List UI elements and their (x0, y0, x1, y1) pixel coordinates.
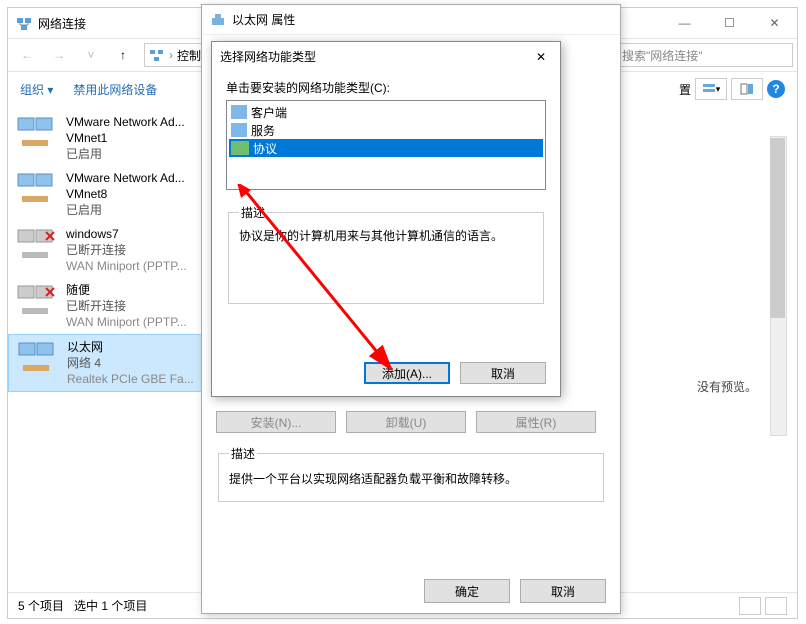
dialog-titlebar: 选择网络功能类型 ✕ (212, 42, 560, 71)
instruction-label: 单击要安装的网络功能类型(C): (226, 79, 546, 96)
details-view-button[interactable] (739, 597, 761, 615)
up-button[interactable]: ↑ (108, 41, 138, 69)
list-item-selected[interactable]: 以太网网络 4Realtek PCIe GBE Fa... (8, 334, 208, 392)
list-item[interactable]: VMware Network Ad...VMnet1已启用 (8, 110, 208, 166)
icons-view-button[interactable] (765, 597, 787, 615)
adapter-icon (16, 114, 56, 152)
selected-count: 选中 1 个项目 (74, 597, 147, 614)
properties-button[interactable]: 属性(R) (476, 411, 596, 433)
close-button[interactable]: ✕ (752, 8, 797, 38)
adapter-icon (17, 339, 57, 377)
dialog-title: 选择网络功能类型 (220, 48, 316, 65)
list-item[interactable]: 随便已断开连接WAN Miniport (PPTP... (8, 278, 208, 334)
adapter-icon (16, 170, 56, 208)
adapter-icon (16, 282, 56, 320)
adapter-list: VMware Network Ad...VMnet1已启用 VMware Net… (8, 106, 208, 624)
preview-pane: 没有预览。 (617, 136, 787, 616)
help-icon[interactable]: ? (767, 80, 785, 98)
forward-button[interactable]: → (44, 41, 74, 69)
search-input[interactable]: 搜索"网络连接" (615, 43, 793, 67)
description-text: 协议是你的计算机用来与其他计算机通信的语言。 (239, 229, 503, 243)
disable-device-button[interactable]: 禁用此网络设备 (73, 81, 157, 98)
feature-service[interactable]: 服务 (229, 121, 543, 139)
close-button[interactable]: ✕ (530, 44, 552, 70)
dialog-title: 以太网 属性 (232, 11, 295, 28)
description-legend: 描述 (239, 204, 267, 221)
feature-protocol-selected[interactable]: 协议 (229, 139, 543, 157)
protocol-icon (231, 141, 249, 155)
button-row: 安装(N)... 卸载(U) 属性(R) (216, 411, 606, 433)
back-button[interactable]: ← (12, 41, 42, 69)
dropdown-history[interactable]: ˅ (76, 41, 106, 69)
install-button[interactable]: 安装(N)... (216, 411, 336, 433)
list-item[interactable]: VMware Network Ad...VMnet8已启用 (8, 166, 208, 222)
list-item[interactable]: windows7已断开连接WAN Miniport (PPTP... (8, 222, 208, 278)
dialog-titlebar: 以太网 属性 (202, 5, 620, 35)
ethernet-icon (210, 12, 226, 28)
description-text: 提供一个平台以实现网络适配器负载平衡和故障转移。 (229, 472, 517, 486)
adapter-icon (16, 226, 56, 264)
network-icon (16, 15, 32, 31)
item-count: 5 个项目 (18, 597, 64, 614)
preview-pane-button[interactable] (731, 78, 763, 100)
description-group: 描述 提供一个平台以实现网络适配器负载平衡和故障转移。 (218, 445, 604, 502)
add-button[interactable]: 添加(A)... (364, 362, 450, 384)
organize-menu[interactable]: 组织 ▾ (20, 81, 53, 98)
uninstall-button[interactable]: 卸载(U) (346, 411, 466, 433)
feature-client[interactable]: 客户端 (229, 103, 543, 121)
description-group: 描述 协议是你的计算机用来与其他计算机通信的语言。 (228, 204, 544, 304)
settings-fragment[interactable]: 置 (679, 81, 691, 98)
service-icon (231, 123, 247, 137)
description-legend: 描述 (229, 445, 257, 462)
view-button[interactable]: ▾ (695, 78, 727, 100)
feature-type-listbox[interactable]: 客户端 服务 协议 (226, 100, 546, 190)
no-preview-label: 没有预览。 (697, 378, 757, 395)
cancel-button[interactable]: 取消 (520, 579, 606, 603)
client-icon (231, 105, 247, 119)
minimize-button[interactable]: — (662, 8, 707, 38)
cancel-button[interactable]: 取消 (460, 362, 546, 384)
breadcrumb-chevron: › (169, 48, 173, 62)
select-feature-type-dialog: 选择网络功能类型 ✕ 单击要安装的网络功能类型(C): 客户端 服务 协议 描述… (211, 41, 561, 397)
preview-scrollbar[interactable] (770, 136, 787, 436)
maximize-button[interactable]: ☐ (707, 8, 752, 38)
ok-button[interactable]: 确定 (424, 579, 510, 603)
network-icon (149, 47, 165, 63)
